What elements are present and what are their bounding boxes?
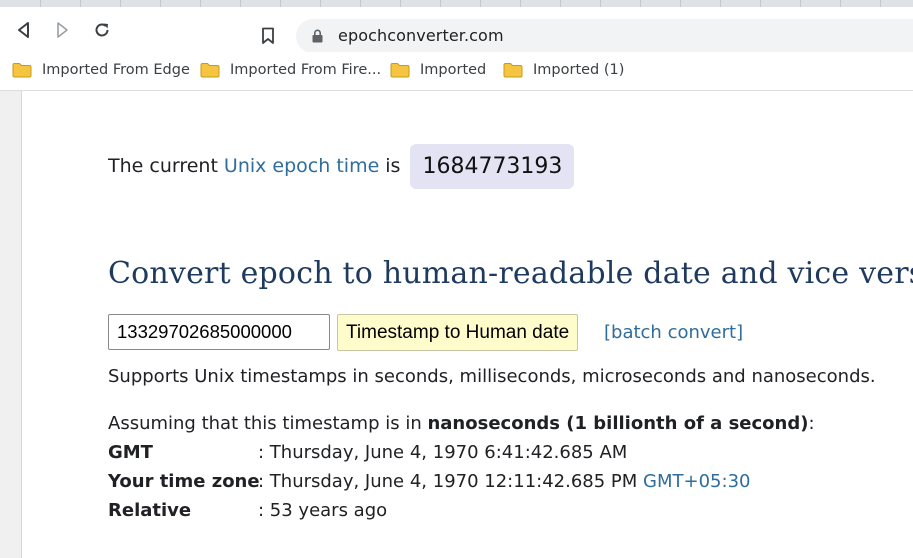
folder-icon bbox=[390, 63, 410, 78]
assume-prefix: Assuming that this timestamp is in bbox=[108, 413, 428, 434]
gmt-label: GMT bbox=[108, 442, 153, 463]
folder-icon bbox=[12, 63, 32, 78]
forward-button[interactable] bbox=[49, 17, 75, 43]
timezone-label: Your time zone bbox=[108, 471, 260, 492]
bookmark-folder-edge[interactable]: Imported From Edge bbox=[12, 58, 190, 82]
timestamp-to-human-date-button[interactable]: Timestamp to Human date bbox=[337, 314, 579, 351]
timestamp-input[interactable] bbox=[108, 314, 330, 350]
back-icon bbox=[18, 22, 29, 38]
timezone-offset-link[interactable]: GMT+05:30 bbox=[643, 471, 750, 492]
folder-icon bbox=[200, 63, 220, 78]
back-button[interactable] bbox=[11, 17, 37, 43]
batch-convert-link[interactable]: [batch convert] bbox=[604, 322, 743, 343]
unix-epoch-time-link[interactable]: Unix epoch time bbox=[224, 155, 379, 177]
address-bar[interactable]: epochconverter.com bbox=[296, 19, 913, 53]
timezone-value: : Thursday, June 4, 1970 12:11:42.685 PM bbox=[258, 471, 638, 492]
bookmark-folder-imported-1[interactable]: Imported (1) bbox=[503, 58, 624, 82]
assumption-line: Assuming that this timestamp is in nanos… bbox=[108, 413, 815, 434]
bookmark-label: Imported From Edge bbox=[42, 62, 190, 78]
bookmark-star-button[interactable] bbox=[256, 24, 280, 48]
current-epoch-line: The current Unix epoch time is 168477319… bbox=[108, 142, 575, 190]
relative-value: : 53 years ago bbox=[258, 500, 388, 521]
tab-strip bbox=[0, 0, 913, 7]
lock-icon bbox=[312, 29, 323, 43]
bookmark-label: Imported (1) bbox=[533, 62, 625, 78]
bookmark-label: Imported bbox=[420, 62, 487, 78]
supports-note: Supports Unix timestamps in seconds, mil… bbox=[108, 366, 876, 387]
bookmark-folder-imported[interactable]: Imported bbox=[390, 58, 486, 82]
current-epoch-value: 1684773193 bbox=[410, 143, 575, 189]
bookmark-folder-firefox[interactable]: Imported From Fire... bbox=[200, 58, 381, 82]
url-text[interactable]: epochconverter.com bbox=[338, 26, 504, 45]
bookmark-label: Imported From Fire... bbox=[230, 62, 382, 78]
assume-suffix: : bbox=[808, 413, 815, 434]
reload-button[interactable] bbox=[89, 17, 115, 43]
current-prefix: The current bbox=[108, 155, 218, 177]
reload-icon bbox=[95, 23, 109, 37]
current-suffix: is bbox=[385, 155, 401, 177]
timezone-value-wrap: : Thursday, June 4, 1970 12:11:42.685 PM… bbox=[258, 471, 750, 492]
bookmarks-bar: Imported From Edge Imported From Fire...… bbox=[0, 52, 913, 91]
bookmark-icon bbox=[262, 27, 274, 44]
forward-icon bbox=[57, 22, 68, 38]
converter-title: Convert epoch to human-readable date and… bbox=[108, 256, 913, 291]
relative-label: Relative bbox=[108, 500, 192, 521]
assume-unit: nanoseconds (1 billionth of a second) bbox=[427, 413, 809, 434]
gmt-value: : Thursday, June 4, 1970 6:41:42.685 AM bbox=[258, 442, 628, 463]
folder-icon bbox=[503, 63, 523, 78]
browser-toolbar: epochconverter.com bbox=[0, 7, 913, 53]
